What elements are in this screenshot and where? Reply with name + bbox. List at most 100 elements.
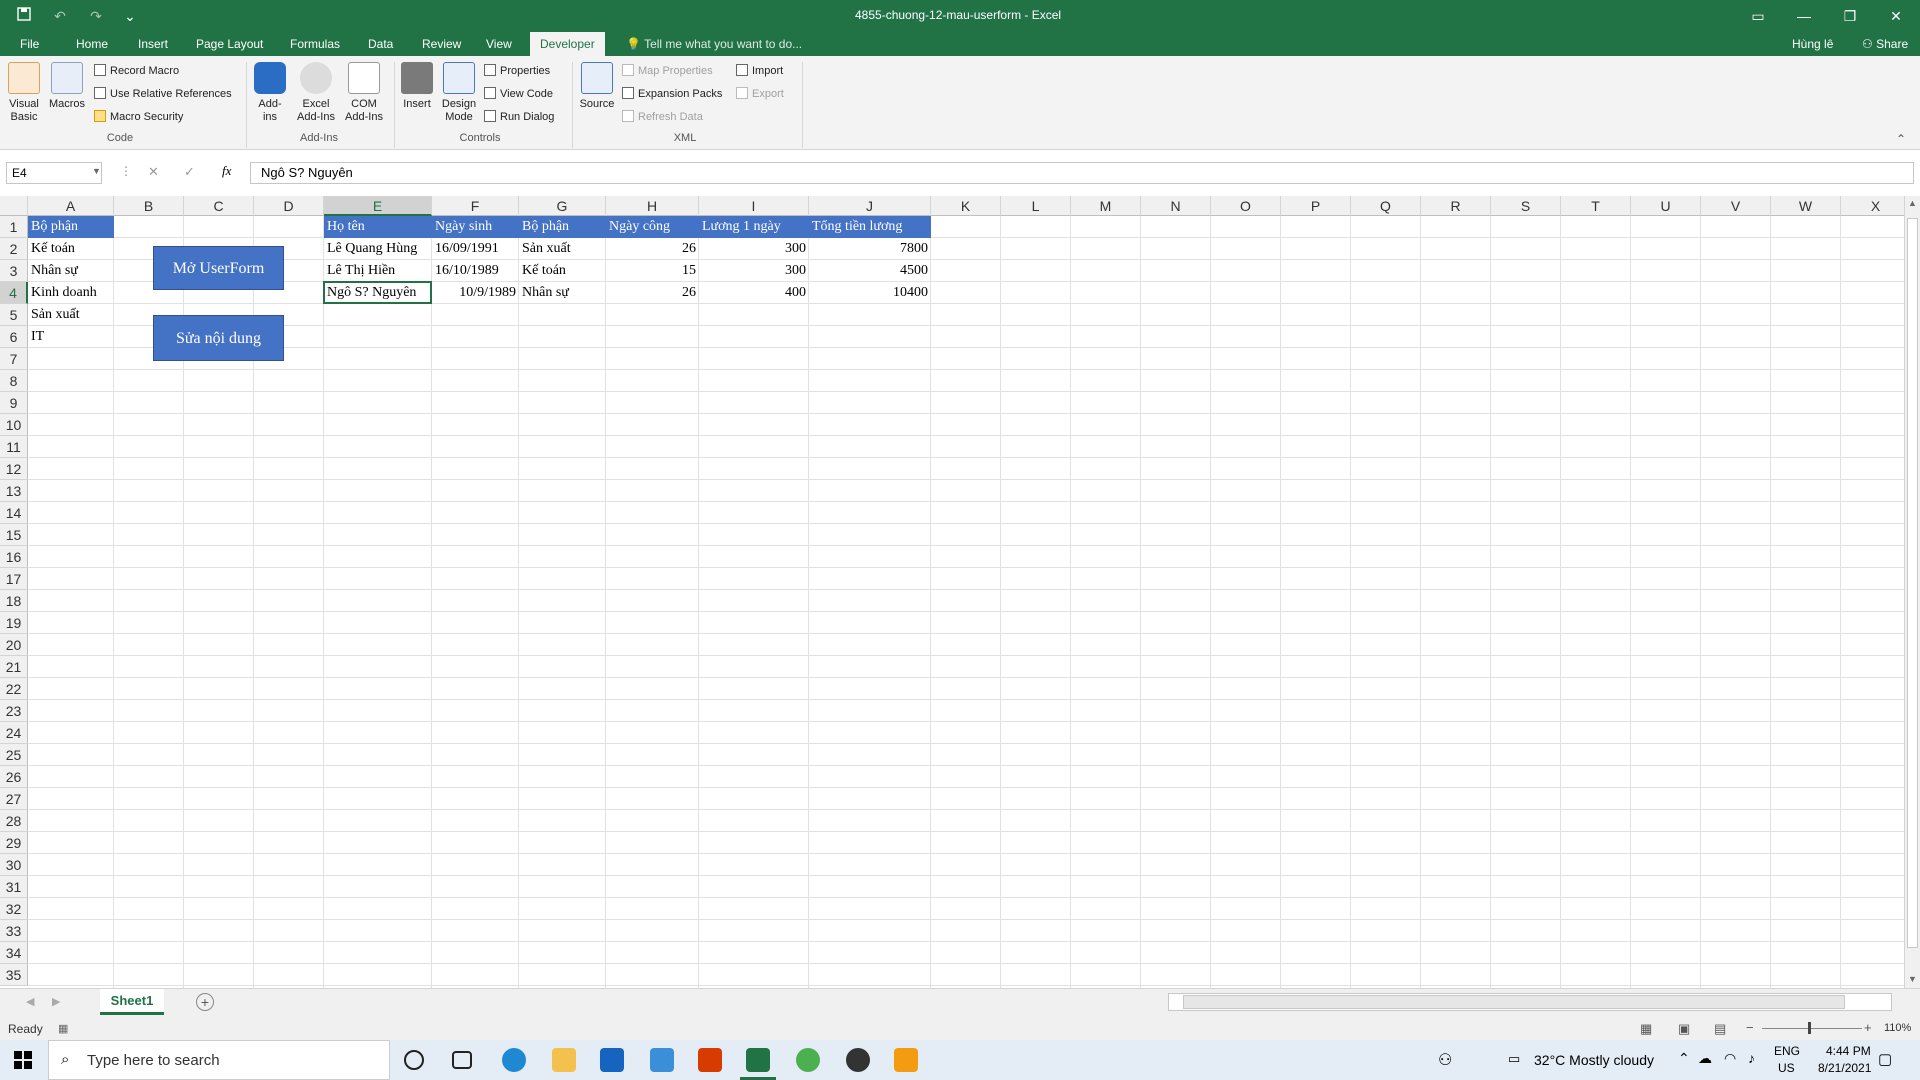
addins-button[interactable]: Add-ins bbox=[252, 62, 288, 124]
row-header-29[interactable]: 29 bbox=[0, 832, 28, 854]
share-button[interactable]: ⚇ Share bbox=[1852, 32, 1918, 56]
scroll-up-icon[interactable]: ▲ bbox=[1908, 198, 1917, 208]
row-header-22[interactable]: 22 bbox=[0, 678, 28, 700]
cell-g2[interactable]: Sản xuất bbox=[519, 238, 606, 260]
fx-icon[interactable]: fx bbox=[222, 163, 231, 179]
cell-i3[interactable]: 300 bbox=[699, 260, 809, 282]
row-header-19[interactable]: 19 bbox=[0, 612, 28, 634]
tray-chevron-icon[interactable]: ⌃ bbox=[1678, 1050, 1690, 1067]
windows-start-icon[interactable] bbox=[14, 1051, 32, 1069]
formula-input[interactable]: Ngô S? Nguyên bbox=[250, 162, 1914, 184]
mail-icon[interactable] bbox=[600, 1048, 624, 1072]
cell-f4[interactable]: 10/9/1989 bbox=[432, 282, 519, 304]
taskbar-search[interactable]: ⌕ Type here to search bbox=[48, 1040, 390, 1080]
region-indicator[interactable]: US bbox=[1778, 1061, 1795, 1075]
cell-h3[interactable]: 15 bbox=[606, 260, 699, 282]
minimize-icon[interactable]: — bbox=[1794, 6, 1814, 26]
column-header-l[interactable]: L bbox=[1001, 196, 1071, 216]
cell-g3[interactable]: Kế toán bbox=[519, 260, 606, 282]
cell-e1[interactable]: Họ tên bbox=[324, 216, 432, 238]
row-header-6[interactable]: 6 bbox=[0, 326, 28, 348]
column-header-k[interactable]: K bbox=[931, 196, 1001, 216]
row-header-20[interactable]: 20 bbox=[0, 634, 28, 656]
row-header-14[interactable]: 14 bbox=[0, 502, 28, 524]
office-icon[interactable] bbox=[698, 1048, 722, 1072]
refresh-data-button[interactable]: Refresh Data bbox=[622, 108, 703, 126]
row-header-18[interactable]: 18 bbox=[0, 590, 28, 612]
cell-a3[interactable]: Nhân sự bbox=[28, 260, 114, 282]
row-header-23[interactable]: 23 bbox=[0, 700, 28, 722]
worksheet-grid[interactable]: A B C D E F G H I J K L M N O P Q R S T U V W X 1 2 3 4 5 6 7 8 9 10 11 12 1… bbox=[0, 196, 1904, 988]
cell-h2[interactable]: 26 bbox=[606, 238, 699, 260]
cell-f1[interactable]: Ngày sinh bbox=[432, 216, 519, 238]
design-mode-button[interactable]: Design Mode bbox=[438, 62, 480, 124]
hscroll-thumb[interactable] bbox=[1183, 995, 1845, 1009]
cell-j3[interactable]: 4500 bbox=[809, 260, 931, 282]
cancel-icon[interactable]: ✕ bbox=[148, 164, 159, 180]
tab-data[interactable]: Data bbox=[358, 32, 403, 56]
page-layout-view-icon[interactable]: ▣ bbox=[1678, 1021, 1690, 1037]
excel-taskbar-icon[interactable] bbox=[746, 1048, 770, 1072]
cell-h1[interactable]: Ngày công bbox=[606, 216, 699, 238]
task-view-icon[interactable] bbox=[452, 1051, 472, 1069]
collapse-ribbon-icon[interactable]: ⌃ bbox=[1896, 132, 1906, 146]
wifi-icon[interactable]: ◠ bbox=[1724, 1050, 1736, 1067]
visual-basic-button[interactable]: Visual Basic bbox=[4, 62, 44, 124]
cell-h4[interactable]: 26 bbox=[606, 282, 699, 304]
horizontal-scrollbar[interactable] bbox=[1168, 993, 1892, 1011]
row-header-35[interactable]: 35 bbox=[0, 964, 28, 986]
relative-refs-button[interactable]: Use Relative References bbox=[94, 85, 232, 103]
cell-e2[interactable]: Lê Quang Hùng bbox=[324, 238, 432, 260]
cell-g1[interactable]: Bộ phận bbox=[519, 216, 606, 238]
row-header-16[interactable]: 16 bbox=[0, 546, 28, 568]
undo-icon[interactable]: ↶ bbox=[50, 6, 70, 26]
normal-view-icon[interactable]: ▦ bbox=[1640, 1021, 1652, 1037]
row-header-8[interactable]: 8 bbox=[0, 370, 28, 392]
excel-addins-button[interactable]: Excel Add-Ins bbox=[294, 62, 338, 124]
row-header-13[interactable]: 13 bbox=[0, 480, 28, 502]
clock-date[interactable]: 8/21/2021 bbox=[1818, 1061, 1871, 1075]
column-header-q[interactable]: Q bbox=[1351, 196, 1421, 216]
row-header-33[interactable]: 33 bbox=[0, 920, 28, 942]
cortana-icon[interactable] bbox=[404, 1050, 424, 1070]
vertical-scrollbar[interactable]: ▲ ▼ bbox=[1904, 196, 1920, 988]
row-header-30[interactable]: 30 bbox=[0, 854, 28, 876]
row-header-11[interactable]: 11 bbox=[0, 436, 28, 458]
tab-insert[interactable]: Insert bbox=[128, 32, 178, 56]
page-break-view-icon[interactable]: ▤ bbox=[1714, 1021, 1726, 1037]
zoom-slider-handle[interactable] bbox=[1808, 1022, 1811, 1034]
view-code-button[interactable]: View Code bbox=[484, 85, 553, 103]
column-header-x[interactable]: X bbox=[1841, 196, 1904, 216]
com-addins-button[interactable]: COM Add-Ins bbox=[342, 62, 386, 124]
cell-i4[interactable]: 400 bbox=[699, 282, 809, 304]
column-header-u[interactable]: U bbox=[1631, 196, 1701, 216]
column-header-a[interactable]: A bbox=[28, 196, 114, 216]
cell-j1[interactable]: Tổng tiền lương bbox=[809, 216, 931, 238]
zoom-out-icon[interactable]: − bbox=[1746, 1020, 1754, 1035]
column-header-f[interactable]: F bbox=[432, 196, 519, 216]
user-name[interactable]: Hùng lê bbox=[1782, 32, 1843, 56]
cell-f2[interactable]: 16/09/1991 bbox=[432, 238, 519, 260]
row-header-1[interactable]: 1 bbox=[0, 216, 28, 238]
properties-button[interactable]: Properties bbox=[484, 62, 550, 80]
row-header-34[interactable]: 34 bbox=[0, 942, 28, 964]
tab-file[interactable]: File bbox=[10, 32, 49, 56]
column-header-p[interactable]: P bbox=[1281, 196, 1351, 216]
macro-record-icon[interactable]: ▦ bbox=[58, 1022, 68, 1035]
column-header-t[interactable]: T bbox=[1561, 196, 1631, 216]
cell-i1[interactable]: Lương 1 ngày bbox=[699, 216, 809, 238]
column-header-e[interactable]: E bbox=[324, 196, 432, 216]
add-sheet-icon[interactable]: + bbox=[196, 993, 214, 1011]
cell-a5[interactable]: Sản xuất bbox=[28, 304, 114, 326]
language-indicator[interactable]: ENG bbox=[1774, 1044, 1800, 1058]
column-header-w[interactable]: W bbox=[1771, 196, 1841, 216]
cell-f3[interactable]: 16/10/1989 bbox=[432, 260, 519, 282]
column-header-g[interactable]: G bbox=[519, 196, 606, 216]
file-explorer-icon[interactable] bbox=[552, 1048, 576, 1072]
column-header-h[interactable]: H bbox=[606, 196, 699, 216]
row-header-10[interactable]: 10 bbox=[0, 414, 28, 436]
column-header-s[interactable]: S bbox=[1491, 196, 1561, 216]
cell-a1[interactable]: Bộ phận bbox=[28, 216, 114, 238]
restore-icon[interactable]: ❐ bbox=[1840, 6, 1860, 26]
row-header-4[interactable]: 4 bbox=[0, 282, 28, 304]
